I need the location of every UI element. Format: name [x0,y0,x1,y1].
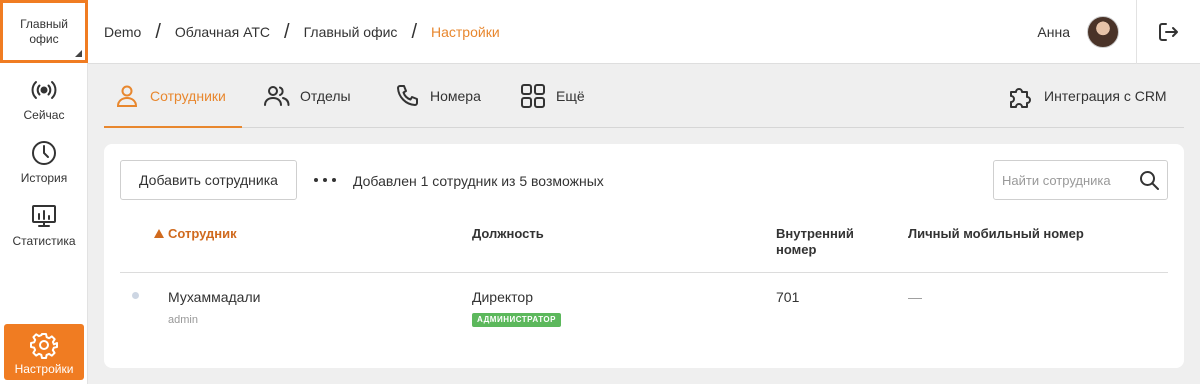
role-badge: АДМИНИСТРАТОР [472,313,561,327]
clock-icon [32,141,56,165]
sidebar-item-statistics[interactable]: Статистика [0,202,88,258]
phone-icon [397,85,418,106]
user-name[interactable]: Анна [1037,24,1070,40]
status-dot [132,292,139,299]
sidebar-item-label: Сейчас [23,108,65,122]
header-divider [120,272,1168,273]
employees-card: Добавить сотрудника Добавлен 1 сотрудник… [104,144,1184,368]
chart-monitor-icon [32,205,56,227]
breadcrumb-item[interactable]: Demo [104,24,141,40]
employee-mobile: — [908,289,922,305]
employee-login: admin [168,314,198,326]
breadcrumb-current: Настройки [431,24,500,40]
breadcrumb-separator: / [155,20,161,43]
employee-position: Директор [472,289,533,305]
sidebar-item-label: История [20,171,68,185]
dropdown-corner-icon [75,50,82,57]
office-switcher-label: Главный офис [20,16,68,46]
sidebar-item-settings[interactable]: Настройки [4,324,84,380]
column-header-mobile[interactable]: Личный мобильный номер [908,226,1084,242]
breadcrumb-separator: / [411,20,417,43]
employee-search [993,160,1168,200]
tab-numbers[interactable]: Номера [394,64,481,128]
breadcrumb: Demo / Облачная АТС / Главный офис / Нас… [104,0,500,64]
breadcrumb-separator: / [284,20,290,43]
grid-icon [521,84,545,108]
more-actions-icon[interactable] [314,170,336,190]
top-header: Demo / Облачная АТС / Главный офис / Нас… [88,0,1200,64]
employee-count-text: Добавлен 1 сотрудник из 5 возможных [353,173,604,189]
add-employee-button[interactable]: Добавить сотрудника [120,160,297,200]
tab-more[interactable]: Ещё [520,64,585,128]
column-header-extension[interactable]: Внутренний номер [776,226,876,258]
breadcrumb-item[interactable]: Главный офис [304,24,398,40]
tab-employees[interactable]: Сотрудники [114,64,226,128]
people-icon [264,86,290,106]
crm-integration-link[interactable]: Интеграция с CRM [1008,64,1167,128]
column-header-label: Сотрудник [168,226,237,241]
tab-departments[interactable]: Отделы [264,64,351,128]
sidebar-item-label: Настройки [14,362,74,376]
sidebar-item-label: Статистика [12,234,76,248]
person-icon [116,85,138,107]
settings-tabs: Сотрудники Отделы Номера Ещё Интеграция … [104,64,1184,128]
breadcrumb-item[interactable]: Облачная АТС [175,24,270,40]
header-divider [1136,0,1137,64]
column-header-employee[interactable]: Сотрудник [154,226,237,242]
search-icon[interactable] [1139,170,1159,190]
logout-icon[interactable] [1156,20,1180,44]
tab-label: Сотрудники [150,88,226,104]
tab-label: Номера [430,88,481,104]
sidebar-item-now[interactable]: Сейчас [0,76,88,132]
sidebar-item-history[interactable]: История [0,139,88,195]
sort-asc-icon [154,229,164,238]
tab-label: Ещё [556,88,585,104]
broadcast-icon [31,81,57,99]
column-header-position[interactable]: Должность [472,226,544,242]
office-switcher[interactable]: Главный офис [0,0,88,63]
puzzle-icon [1010,88,1031,108]
active-tab-indicator [104,126,242,128]
left-sidebar: Главный офис Сейчас История Статистика Н… [0,0,88,384]
employee-name[interactable]: Мухаммадали [168,289,260,305]
employee-extension: 701 [776,289,800,305]
gear-icon [30,333,58,359]
search-input[interactable] [994,161,1134,199]
avatar[interactable] [1087,16,1119,48]
tab-label: Отделы [300,88,351,104]
tab-label: Интеграция с CRM [1044,88,1167,104]
